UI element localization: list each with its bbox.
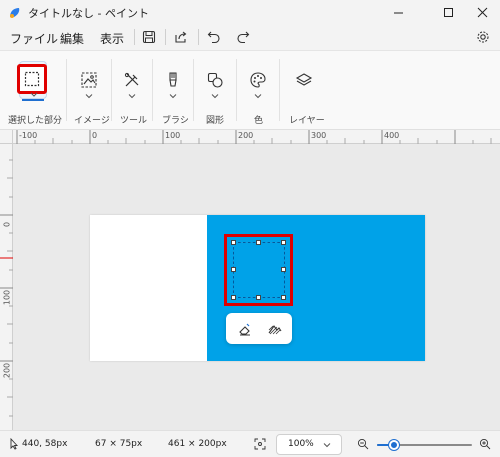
vertical-ruler: 0 100 200: [0, 144, 13, 430]
ribbon-group-image[interactable]: イメージ: [67, 51, 111, 131]
save-icon: [142, 30, 156, 44]
gear-icon: [477, 31, 489, 43]
menu-bar: ファイル 編集 表示: [0, 24, 500, 50]
ribbon-label-tools: ツール: [120, 116, 148, 126]
save-button[interactable]: [140, 28, 158, 46]
ruler-label: 200: [238, 131, 254, 140]
layers-icon: [295, 73, 313, 86]
minimize-button[interactable]: [378, 0, 418, 24]
menu-divider: [134, 29, 135, 45]
selection-handle[interactable]: [231, 267, 236, 272]
ruler-label: 0: [92, 131, 98, 140]
maximize-icon: [443, 7, 453, 17]
layers-button[interactable]: [293, 69, 315, 91]
canvas-size: 461 × 200px: [168, 439, 227, 449]
undo-button[interactable]: [205, 28, 223, 46]
share-button[interactable]: [172, 28, 190, 46]
selection-active-indicator: [22, 99, 44, 101]
chevron-down-icon[interactable]: [211, 93, 219, 99]
image-icon: [81, 72, 97, 88]
paint-app-icon: [10, 8, 20, 18]
ribbon-label-layers: レイヤー: [289, 116, 325, 126]
chevron-down-icon[interactable]: [128, 93, 136, 99]
status-bar: 440, 58px 67 × 75px 461 × 200px 100%: [0, 430, 500, 457]
ruler-label: 100: [2, 289, 12, 306]
chevron-down-icon[interactable]: [254, 93, 262, 99]
ruler-label: 400: [384, 131, 400, 140]
ribbon-label-brush: ブラシ: [162, 116, 189, 126]
zoom-out-icon[interactable]: [357, 438, 369, 450]
menu-divider: [198, 29, 199, 45]
selection-handle[interactable]: [231, 295, 236, 300]
undo-icon: [207, 31, 220, 44]
share-icon: [175, 31, 187, 43]
window-title: タイトルなし - ペイント: [28, 7, 149, 20]
ruler-label: 300: [311, 131, 327, 140]
selection-handle[interactable]: [256, 295, 261, 300]
ribbon-toolbar: 選択した部分 イメージ ツール ブラシ 図形 色 レイヤー: [0, 50, 500, 130]
remove-background-icon: [268, 324, 281, 334]
shapes-icon: [207, 72, 223, 88]
menu-edit[interactable]: 編集: [60, 30, 84, 47]
tools-icon: [124, 72, 139, 87]
close-icon: [477, 7, 487, 17]
zoom-value: 100%: [288, 439, 314, 449]
ribbon-group-selection: 選択した部分: [0, 51, 66, 131]
selection-handle[interactable]: [281, 295, 286, 300]
ruler-label: 0: [2, 221, 12, 228]
palette-icon: [250, 72, 266, 88]
selection-size: 67 × 75px: [95, 439, 143, 449]
cursor-position: 440, 58px: [22, 439, 68, 449]
ruler-corner: [0, 130, 13, 144]
erase-selection-button[interactable]: [234, 319, 254, 339]
menu-view[interactable]: 表示: [100, 30, 124, 47]
selection-handle[interactable]: [231, 240, 236, 245]
selection-context-toolbar: [226, 313, 292, 344]
chevron-down-icon[interactable]: [169, 93, 177, 99]
menu-divider: [165, 29, 166, 45]
menu-file[interactable]: ファイル: [10, 30, 58, 47]
shapes-button[interactable]: [204, 69, 226, 91]
minimize-icon: [393, 12, 403, 13]
selection-handle[interactable]: [281, 267, 286, 272]
zoom-in-icon[interactable]: [479, 438, 491, 450]
remove-background-button[interactable]: [264, 319, 284, 339]
ruler-label: 100: [165, 131, 181, 140]
fit-to-window-icon[interactable]: [254, 438, 266, 450]
ribbon-group-brush[interactable]: ブラシ: [153, 51, 193, 131]
ribbon-group-colors[interactable]: 色: [237, 51, 279, 131]
eraser-icon: [238, 323, 250, 335]
colors-button[interactable]: [247, 69, 269, 91]
ruler-label: 200: [2, 362, 12, 379]
ruler-label: -100: [19, 131, 38, 140]
ribbon-group-shapes[interactable]: 図形: [194, 51, 236, 131]
settings-button[interactable]: [474, 28, 492, 46]
redo-button[interactable]: [234, 28, 252, 46]
selection-icon: [24, 71, 40, 87]
redo-icon: [237, 31, 250, 44]
chevron-down-icon[interactable]: [30, 92, 38, 97]
ribbon-label-colors: 色: [254, 116, 264, 126]
brush-button[interactable]: [162, 69, 184, 91]
zoom-dropdown[interactable]: 100%: [276, 434, 342, 455]
close-button[interactable]: [462, 0, 500, 24]
ribbon-label-image: イメージ: [74, 116, 110, 126]
chevron-down-icon[interactable]: [85, 93, 93, 99]
ribbon-group-layers[interactable]: レイヤー: [280, 51, 330, 131]
image-button[interactable]: [78, 69, 100, 91]
selection-rectangle[interactable]: [233, 242, 285, 298]
ruler-ticks: [16, 130, 492, 144]
selection-handle[interactable]: [256, 240, 261, 245]
chevron-down-icon: [323, 443, 331, 448]
title-bar: タイトルなし - ペイント: [0, 0, 500, 26]
brush-icon: [169, 72, 177, 87]
tools-button[interactable]: [121, 69, 143, 91]
horizontal-ruler: -100 0 100 200 300 400: [13, 130, 500, 144]
cursor-position-icon: [10, 438, 19, 450]
ribbon-label-selection: 選択した部分: [8, 116, 63, 126]
ribbon-label-shapes: 図形: [206, 116, 225, 126]
zoom-slider-thumb[interactable]: [389, 440, 400, 450]
selection-handle[interactable]: [281, 240, 286, 245]
ribbon-group-tools[interactable]: ツール: [112, 51, 152, 131]
